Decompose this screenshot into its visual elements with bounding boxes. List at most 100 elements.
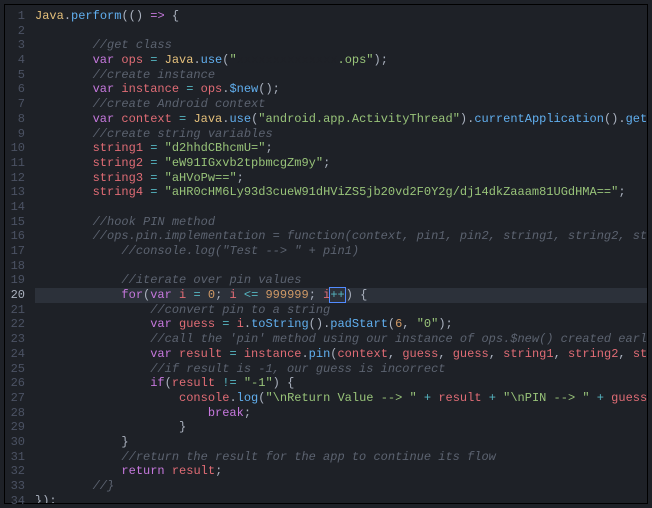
token: result [172, 376, 215, 390]
code-line[interactable] [35, 259, 647, 274]
token: ; [618, 185, 625, 199]
code-line[interactable] [35, 24, 647, 39]
token: string2 [568, 347, 618, 361]
token: guess [179, 317, 215, 331]
token: () [129, 9, 143, 23]
code-line[interactable]: var ops = Java.use("xxxxxxxxxxxxxx.ops")… [35, 53, 647, 68]
line-number: 32 [9, 464, 25, 479]
code-line[interactable]: //convert pin to a string [35, 303, 647, 318]
line-number: 4 [9, 53, 25, 68]
code-line[interactable]: string3 = "aHVoPw=="; [35, 171, 647, 186]
line-number: 23 [9, 332, 25, 347]
token [237, 376, 244, 390]
code-line[interactable]: //console.log("Test --> " + pin1) [35, 244, 647, 259]
token: var [150, 317, 172, 331]
code-line[interactable]: } [35, 420, 647, 435]
token: string1 [93, 141, 143, 155]
line-number: 3 [9, 38, 25, 53]
code-line[interactable]: return result; [35, 464, 647, 479]
code-line[interactable]: //return the result for the app to conti… [35, 450, 647, 465]
token: , [489, 347, 503, 361]
token: , [388, 347, 402, 361]
token: guess [611, 391, 647, 405]
code-line[interactable]: } [35, 435, 647, 450]
token: . [64, 9, 71, 23]
token: i [229, 288, 236, 302]
token: != [222, 376, 236, 390]
code-line[interactable]: var guess = i.toString().padStart(6, "0"… [35, 317, 647, 332]
code-line[interactable]: //create Android context [35, 97, 647, 112]
line-number: 10 [9, 141, 25, 156]
line-number: 15 [9, 215, 25, 230]
token [172, 288, 179, 302]
token: ; [323, 156, 330, 170]
code-line[interactable]: var result = instance.pin(context, guess… [35, 347, 647, 362]
token [237, 347, 244, 361]
code-line[interactable]: //create string variables [35, 127, 647, 142]
token: if [150, 376, 164, 390]
token: guess [453, 347, 489, 361]
token [172, 317, 179, 331]
token: var [93, 82, 115, 96]
token [201, 288, 208, 302]
code-line[interactable]: //hook PIN method [35, 215, 647, 230]
token: "d2hhdCBhcmU=" [165, 141, 266, 155]
token: xxxxxxxxxxxxxx [237, 53, 338, 67]
token: i [237, 317, 244, 331]
code-line[interactable]: string2 = "eW91IGxvb2tpbmcgZm9y"; [35, 156, 647, 171]
token: => [150, 9, 164, 23]
token: //create instance [93, 68, 215, 82]
token [172, 347, 179, 361]
code-editor[interactable]: 1234567891011121314151617181920212223242… [4, 4, 648, 504]
token: //get class [93, 38, 172, 52]
token [482, 391, 489, 405]
code-line[interactable]: //iterate over pin values [35, 273, 647, 288]
token: string4 [93, 185, 143, 199]
code-line[interactable]: break; [35, 406, 647, 421]
code-line[interactable]: //call the 'pin' method using our instan… [35, 332, 647, 347]
token: Java [193, 112, 222, 126]
line-number: 6 [9, 82, 25, 97]
token: $new [229, 82, 258, 96]
token: "eW91IGxvb2tpbmcgZm9y" [165, 156, 323, 170]
code-area[interactable]: Java.perform(() => { //get class var ops… [33, 5, 647, 503]
code-line[interactable]: string1 = "d2hhdCBhcmU="; [35, 141, 647, 156]
token: ; [237, 171, 244, 185]
code-line[interactable]: string4 = "aHR0cHM6Ly93d3cueW91dHViZS5jb… [35, 185, 647, 200]
token: , [402, 317, 416, 331]
token: //console.log("Test --> " + pin1) [121, 244, 359, 258]
token: "android.app.ActivityThread" [258, 112, 460, 126]
line-number: 27 [9, 391, 25, 406]
line-number: 14 [9, 200, 25, 215]
line-number: 7 [9, 97, 25, 112]
code-line[interactable]: var instance = ops.$new(); [35, 82, 647, 97]
token: //hook PIN method [93, 215, 215, 229]
token: ). [460, 112, 474, 126]
code-line[interactable]: //create instance [35, 68, 647, 83]
code-line[interactable]: //get class [35, 38, 647, 53]
token [157, 156, 164, 170]
token: guess [402, 347, 438, 361]
code-line[interactable]: //} [35, 479, 647, 494]
code-line[interactable]: for(var i = 0; i <= 999999; i++) { [35, 288, 647, 303]
token: return [121, 464, 164, 478]
line-number: 19 [9, 273, 25, 288]
code-line[interactable]: }); [35, 494, 647, 503]
code-line[interactable]: console.log("\nReturn Value --> " + resu… [35, 391, 647, 406]
line-number: 1 [9, 9, 25, 24]
code-line[interactable]: if(result != "-1") { [35, 376, 647, 391]
code-line[interactable]: //if result is -1, our guess is incorrec… [35, 362, 647, 377]
code-line[interactable]: var context = Java.use("android.app.Acti… [35, 112, 647, 127]
line-number: 5 [9, 68, 25, 83]
code-line[interactable]: //ops.pin.implementation = function(cont… [35, 229, 647, 244]
token: log [237, 391, 259, 405]
token: ) { [273, 376, 295, 390]
token: instance [244, 347, 302, 361]
line-number: 9 [9, 127, 25, 142]
token: ; [244, 406, 251, 420]
token: //convert pin to a string [150, 303, 330, 317]
token [229, 317, 236, 331]
code-line[interactable]: Java.perform(() => { [35, 9, 647, 24]
code-line[interactable] [35, 200, 647, 215]
token: result [438, 391, 481, 405]
